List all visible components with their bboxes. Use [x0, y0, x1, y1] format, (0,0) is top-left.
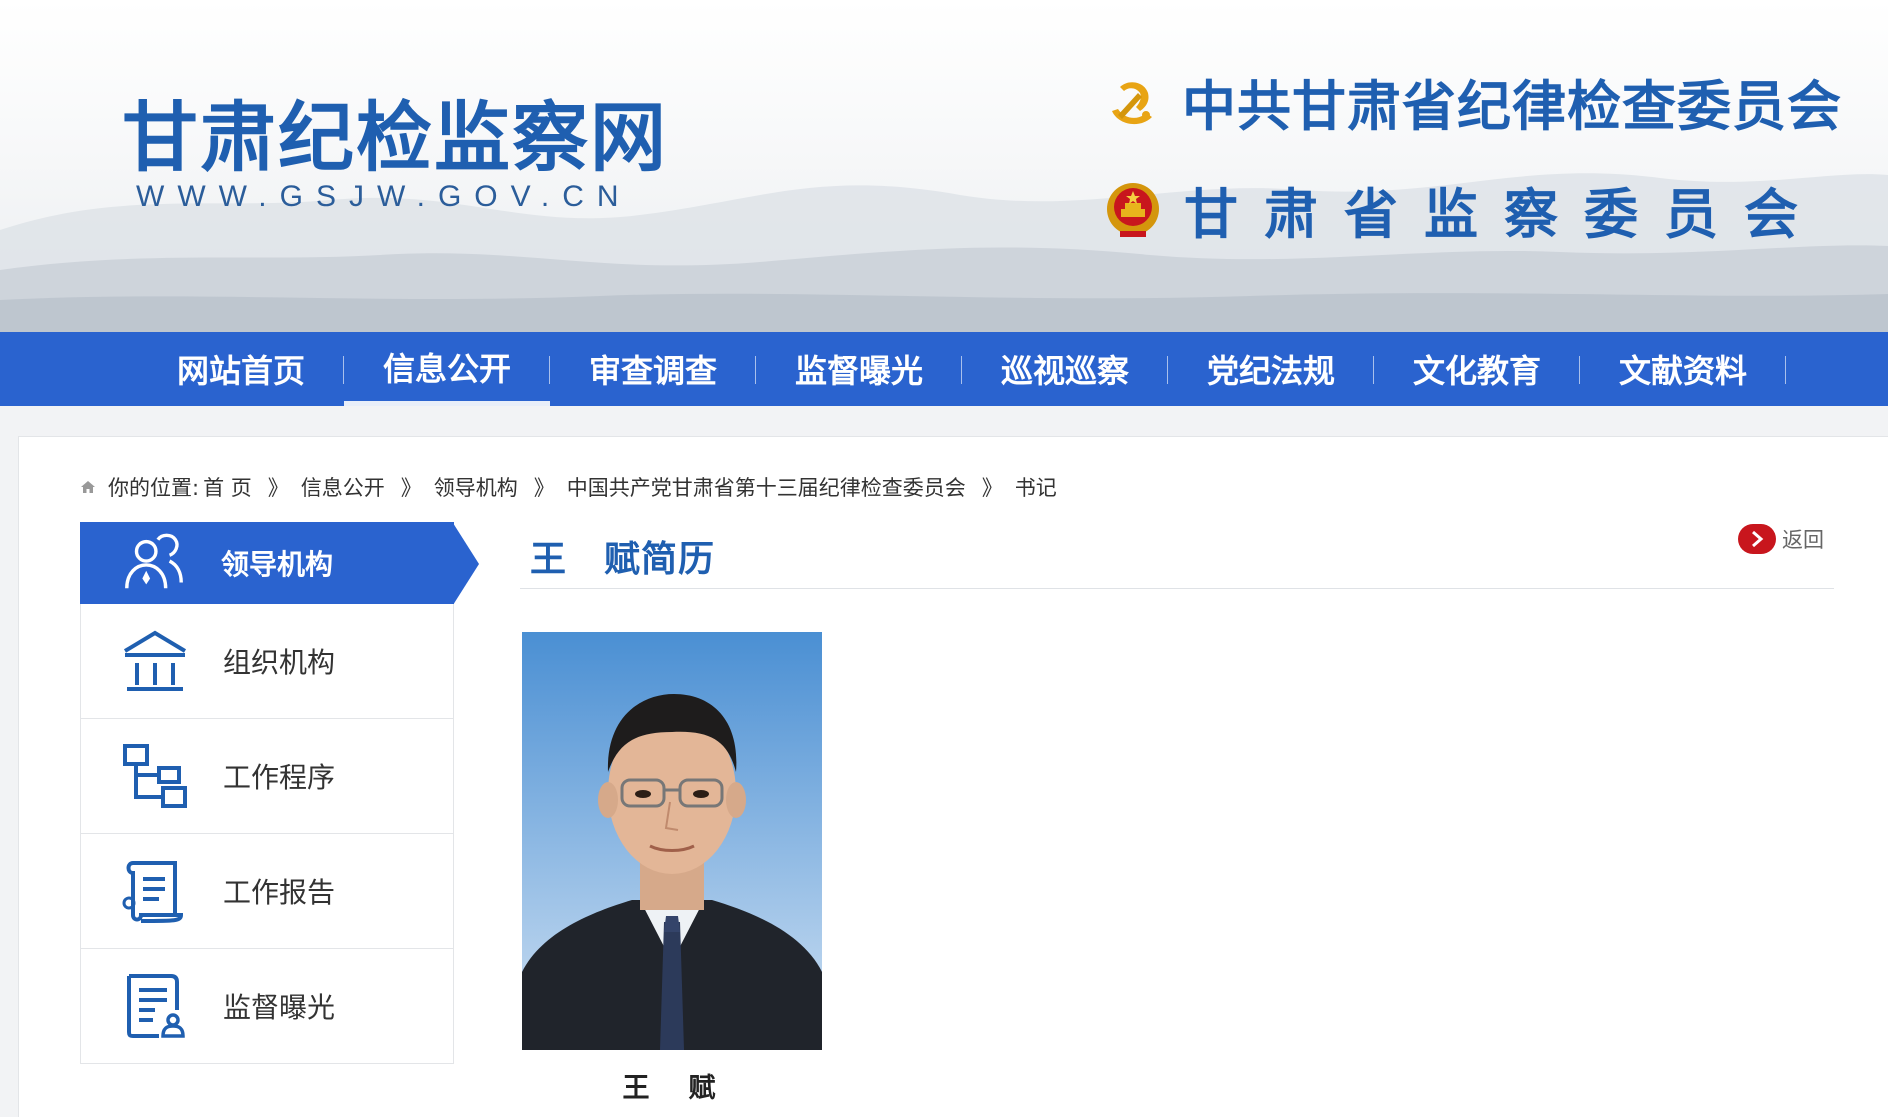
org-primary-block: 中共甘肃省纪律检查委员会 — [1100, 62, 1842, 141]
breadcrumb-separator: 》 — [533, 476, 555, 500]
title-divider — [520, 588, 1834, 589]
main-nav: 网站首页 信息公开 审查调查 监督曝光 巡视巡察 党纪法规 文化教育 文献资料 — [0, 332, 1888, 406]
sidebar-item-label: 组织机构 — [223, 646, 336, 679]
building-icon — [123, 630, 187, 691]
sidebar-item-report[interactable]: 工作报告 — [80, 834, 454, 949]
breadcrumb-separator: 》 — [267, 476, 289, 500]
nav-item-culture-education[interactable]: 文化教育 — [1374, 332, 1580, 406]
portrait-photo — [522, 632, 822, 1050]
sidebar-item-supervision[interactable]: 监督曝光 — [80, 949, 454, 1064]
breadcrumb-committee[interactable]: 中国共产党甘肃省第十三届纪律检查委员会 — [567, 472, 966, 502]
nav-item-home[interactable]: 网站首页 — [138, 332, 344, 406]
sidebar-item-label: 工作程序 — [223, 761, 336, 794]
portrait-image — [522, 632, 822, 1050]
people-icon — [125, 533, 183, 589]
org-primary-name: 中共甘肃省纪律检查委员会 — [1182, 75, 1842, 138]
nav-item-supervision-exposure[interactable]: 监督曝光 — [756, 332, 962, 406]
nav-item-investigation[interactable]: 审查调查 — [550, 332, 756, 406]
portrait-caption: 王 赋 — [622, 1073, 722, 1104]
breadcrumb-info-disclosure[interactable]: 信息公开 — [301, 472, 385, 502]
nav-item-inspection[interactable]: 巡视巡察 — [962, 332, 1168, 406]
breadcrumb-home[interactable]: 首 页 — [203, 472, 252, 502]
sidebar-item-label: 工作报告 — [223, 876, 336, 909]
sidebar-item-label: 领导机构 — [221, 548, 334, 581]
site-title[interactable]: 甘肃纪检监察网 — [122, 76, 668, 186]
party-emblem-icon — [1112, 81, 1152, 124]
flowchart-icon — [123, 744, 187, 808]
org-secondary-name: 甘肃省监察委员会 — [1184, 183, 1824, 246]
sidebar-item-label: 监督曝光 — [223, 991, 336, 1024]
breadcrumb: 你的位置: 首 页 》 信息公开 》 领导机构 》 中国共产党甘肃省第十三届纪律… — [80, 472, 1061, 502]
breadcrumb-separator: 》 — [400, 476, 422, 500]
sidebar-item-procedure[interactable]: 工作程序 — [80, 719, 454, 834]
breadcrumb-secretary[interactable]: 书记 — [1015, 472, 1057, 502]
home-icon — [81, 481, 95, 493]
scroll-report-icon — [122, 861, 184, 923]
site-header: 甘肃纪检监察网 WWW.GSJW.GOV.CN 中共甘肃省纪律检查委员会 甘肃省… — [0, 0, 1888, 332]
back-button[interactable]: 返回 — [1738, 524, 1824, 554]
nav-item-info-disclosure[interactable]: 信息公开 — [344, 332, 550, 406]
breadcrumb-leadership[interactable]: 领导机构 — [434, 472, 518, 502]
nav-item-documents[interactable]: 文献资料 — [1580, 332, 1786, 406]
national-emblem-icon — [1107, 182, 1159, 237]
article-title: 王 赋简历 — [530, 539, 716, 580]
nav-item-party-regulations[interactable]: 党纪法规 — [1168, 332, 1374, 406]
back-label: 返回 — [1782, 528, 1824, 552]
breadcrumb-separator: 》 — [981, 476, 1003, 500]
sidebar: 领导机构 组织机构 工作程序 工作报告 监督曝光 — [80, 522, 479, 1064]
sidebar-item-organization[interactable]: 组织机构 — [80, 604, 454, 719]
breadcrumb-prefix: 你的位置: — [108, 476, 200, 500]
sidebar-item-leadership[interactable]: 领导机构 — [80, 522, 479, 605]
site-url: WWW.GSJW.GOV.CN — [136, 180, 632, 213]
org-secondary-block: 甘肃省监察委员会 — [1104, 170, 1824, 249]
nav-list: 网站首页 信息公开 审查调查 监督曝光 巡视巡察 党纪法规 文化教育 文献资料 — [138, 332, 1786, 406]
chevron-right-icon — [1738, 524, 1776, 554]
document-person-icon — [127, 974, 185, 1038]
